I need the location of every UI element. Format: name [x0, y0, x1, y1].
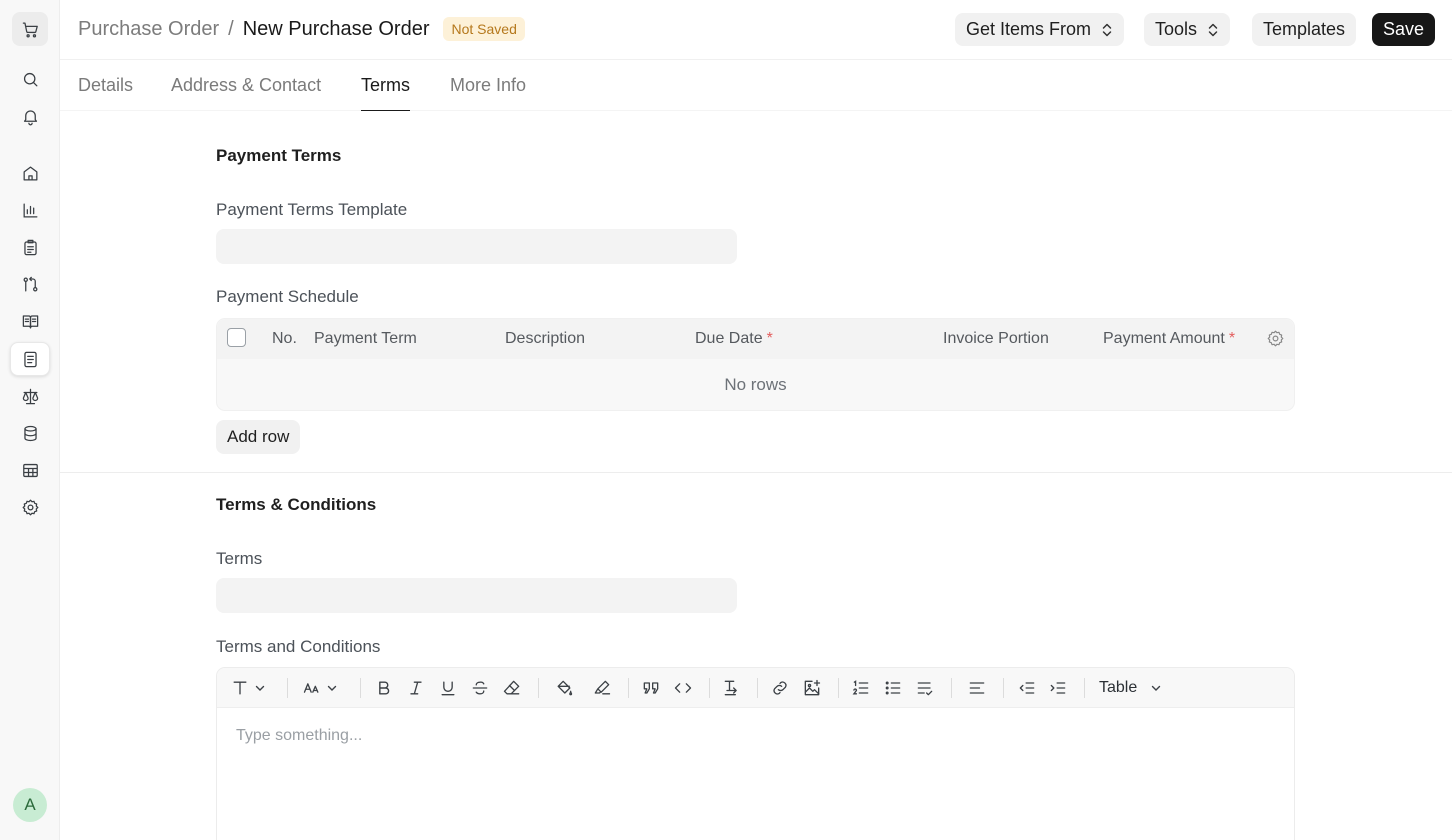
breadcrumb: Purchase Order / New Purchase Order Not … — [78, 17, 525, 41]
section-divider — [60, 472, 1452, 473]
editor-toolbar: Table — [217, 668, 1294, 708]
rich-text-editor: Table Type something... — [216, 667, 1295, 840]
column-header-invoice-portion: Invoice Portion — [943, 330, 1049, 347]
terms-label: Terms — [216, 549, 263, 568]
toolbar-separator — [838, 678, 839, 698]
page-header: Purchase Order / New Purchase Order Not … — [60, 0, 1452, 60]
payment-terms-template-input[interactable] — [216, 229, 737, 264]
toolbar-separator — [951, 678, 952, 698]
home-icon[interactable] — [10, 156, 50, 190]
toolbar-separator — [287, 678, 288, 698]
required-marker: * — [1228, 330, 1236, 347]
tab-more-info[interactable]: More Info — [450, 75, 526, 111]
page-title: New Purchase Order — [242, 17, 430, 40]
get-items-from-button[interactable]: Get Items From — [955, 13, 1125, 46]
paint-bucket-icon[interactable] — [554, 677, 574, 699]
highlighter-icon[interactable] — [592, 677, 612, 699]
tab-address-contact[interactable]: Address & Contact — [171, 75, 321, 111]
select-all-checkbox[interactable] — [227, 328, 246, 347]
database-icon[interactable] — [10, 416, 50, 450]
templates-button[interactable]: Templates — [1252, 13, 1357, 46]
strikethrough-icon[interactable] — [470, 677, 490, 699]
column-header-payment-term: Payment Term — [314, 330, 417, 347]
status-badge: Not Saved — [443, 17, 525, 41]
ordered-list-icon[interactable] — [851, 677, 871, 699]
column-header-no: No. — [272, 330, 297, 347]
payment-schedule-table: No. Payment Term Description Due Date * I… — [216, 318, 1295, 411]
bold-icon[interactable] — [374, 677, 394, 699]
chevron-down-icon — [327, 685, 337, 691]
toolbar-separator — [628, 678, 629, 698]
avatar[interactable]: A — [13, 788, 47, 822]
font-size-dropdown[interactable] — [302, 677, 337, 699]
cart-icon[interactable] — [12, 12, 48, 46]
font-size-icon — [303, 683, 319, 693]
column-header-payment-amount: Payment Amount * — [1103, 330, 1235, 348]
toolbar-separator — [360, 678, 361, 698]
editor-placeholder[interactable]: Type something... — [236, 727, 362, 745]
chevron-down-icon — [255, 685, 265, 691]
chevron-up-down-icon — [1208, 23, 1218, 36]
git-compare-icon[interactable] — [10, 267, 50, 301]
link-icon[interactable] — [770, 677, 790, 699]
sidebar: A — [0, 0, 60, 840]
due-date-header-label: Due Date — [695, 330, 763, 347]
scale-icon[interactable] — [10, 379, 50, 413]
indent-icon[interactable] — [1048, 677, 1068, 699]
align-left-icon[interactable] — [967, 677, 987, 699]
tools-label: Tools — [1155, 19, 1198, 39]
code-icon[interactable] — [673, 677, 693, 699]
search-icon[interactable] — [10, 62, 50, 96]
breadcrumb-separator: / — [228, 17, 234, 40]
breadcrumb-parent-link[interactable]: Purchase Order — [78, 18, 219, 41]
save-button[interactable]: Save — [1372, 13, 1436, 46]
quote-icon[interactable] — [641, 677, 661, 699]
image-add-icon[interactable] — [802, 677, 822, 699]
table-dropdown[interactable]: Table — [1099, 677, 1161, 699]
gear-icon[interactable] — [1266, 329, 1285, 348]
underline-icon[interactable] — [438, 677, 458, 699]
text-direction-icon[interactable] — [722, 677, 742, 699]
text-style-dropdown[interactable] — [230, 677, 265, 699]
eraser-icon[interactable] — [502, 677, 522, 699]
toolbar-separator — [1084, 678, 1085, 698]
empty-table-message: No rows — [724, 375, 787, 394]
terms-conditions-section-title: Terms & Conditions — [216, 495, 377, 514]
bullet-list-icon[interactable] — [883, 677, 903, 699]
chevron-down-icon — [1152, 685, 1161, 691]
add-row-button[interactable]: Add row — [216, 420, 301, 454]
chevron-up-down-icon — [1102, 23, 1112, 36]
get-items-from-label: Get Items From — [966, 19, 1092, 39]
payment-terms-template-label: Payment Terms Template — [216, 200, 408, 219]
italic-icon[interactable] — [406, 677, 426, 699]
table-icon[interactable] — [10, 453, 50, 487]
table-dropdown-label: Table — [1099, 679, 1138, 696]
tab-terms[interactable]: Terms — [361, 75, 410, 111]
toolbar-separator — [709, 678, 710, 698]
table-header-row: No. Payment Term Description Due Date * I… — [217, 319, 1294, 359]
book-icon[interactable] — [10, 304, 50, 338]
toolbar-separator — [1003, 678, 1004, 698]
tab-bar: Details Address & Contact Terms More Inf… — [60, 60, 1452, 111]
clipboard-icon[interactable] — [10, 230, 50, 264]
tools-button[interactable]: Tools — [1144, 13, 1231, 46]
payment-amount-header-label: Payment Amount — [1103, 330, 1225, 347]
toolbar-separator — [757, 678, 758, 698]
settings-icon[interactable] — [10, 490, 50, 524]
outdent-icon[interactable] — [1017, 677, 1037, 699]
payment-schedule-label: Payment Schedule — [216, 287, 359, 306]
terms-input[interactable] — [216, 578, 737, 613]
column-header-due-date: Due Date * — [695, 330, 773, 348]
checklist-icon[interactable] — [915, 677, 935, 699]
bell-icon[interactable] — [10, 99, 50, 133]
heading-icon — [233, 681, 247, 695]
chart-icon[interactable] — [10, 193, 50, 227]
payment-terms-section-title: Payment Terms — [216, 146, 342, 165]
column-header-description: Description — [505, 330, 586, 347]
toolbar-separator — [538, 678, 539, 698]
tab-details[interactable]: Details — [78, 75, 133, 111]
terms-and-conditions-label: Terms and Conditions — [216, 637, 381, 656]
required-marker: * — [766, 330, 773, 347]
document-icon[interactable] — [10, 342, 50, 376]
